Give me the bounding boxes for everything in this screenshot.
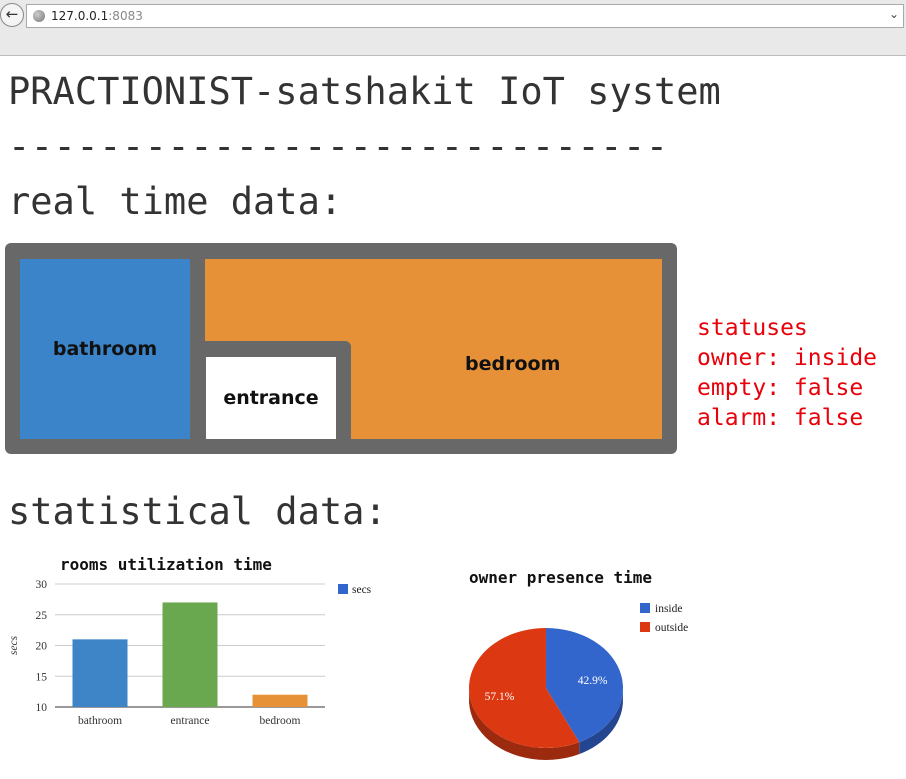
y-tick-label: 10 xyxy=(36,702,48,714)
browser-toolbar: ← 127.0.0.1:8083 ⌄ xyxy=(0,0,906,56)
title-divider: ----------------------------- xyxy=(8,125,669,168)
legend-label: outside xyxy=(655,622,688,634)
charts-area: rooms utilization time 10 15 20 25 30 secs bath… xyxy=(8,555,688,760)
pie-value-label: 57.1% xyxy=(485,691,515,703)
status-panel: statuses owner: inside empty: false alar… xyxy=(697,313,877,433)
y-tick-label: 15 xyxy=(36,671,48,683)
legend-swatch xyxy=(640,603,650,613)
realtime-heading: real time data: xyxy=(8,180,343,223)
bar-bathroom xyxy=(72,639,128,707)
alarm-status: alarm: false xyxy=(697,405,864,431)
room-entrance: entrance xyxy=(206,357,336,439)
x-tick-label: bathroom xyxy=(78,715,122,727)
pie-value-label: 42.9% xyxy=(578,675,608,687)
y-tick-label: 20 xyxy=(36,641,48,653)
room-bathroom: bathroom xyxy=(20,259,190,439)
back-arrow-icon[interactable]: ← xyxy=(0,3,24,27)
legend-label: secs xyxy=(352,584,372,596)
bar-entrance xyxy=(162,602,218,707)
bar-bedroom xyxy=(252,694,308,707)
x-tick-label: bedroom xyxy=(260,715,301,727)
floor-plan: bathroom bedroom entrance xyxy=(5,243,677,454)
room-bathroom-label: bathroom xyxy=(52,338,158,360)
url-port: :8083 xyxy=(108,9,143,23)
empty-status: empty: false xyxy=(697,375,864,401)
url-host: 127.0.0.1 xyxy=(51,9,109,23)
x-tick-label: entrance xyxy=(171,715,210,727)
legend-label: inside xyxy=(655,603,682,615)
room-entrance-label: entrance xyxy=(223,387,319,409)
bar-chart: rooms utilization time 10 15 20 25 30 secs bath… xyxy=(8,555,372,727)
statistical-heading: statistical data: xyxy=(8,490,387,533)
address-bar[interactable]: 127.0.0.1:8083 ⌄ xyxy=(26,4,904,28)
chevron-down-icon[interactable]: ⌄ xyxy=(889,7,899,21)
legend-swatch xyxy=(338,584,348,594)
url-text: 127.0.0.1:8083 xyxy=(51,9,143,23)
owner-status: owner: inside xyxy=(697,345,878,371)
y-tick-label: 25 xyxy=(36,610,48,622)
legend-swatch xyxy=(640,622,650,632)
bar-chart-title: rooms utilization time xyxy=(60,555,272,574)
globe-icon xyxy=(33,10,45,22)
pie-chart: owner presence time 42.9% 57.1% inside outsi… xyxy=(469,568,688,760)
pie-chart-title: owner presence time xyxy=(469,568,652,587)
y-tick-label: 30 xyxy=(36,579,48,591)
page-title: PRACTIONIST-satshakit IoT system xyxy=(8,70,721,113)
statuses-heading: statuses xyxy=(697,315,808,341)
y-axis-label: secs xyxy=(8,635,20,655)
room-bedroom-label: bedroom xyxy=(465,353,561,375)
